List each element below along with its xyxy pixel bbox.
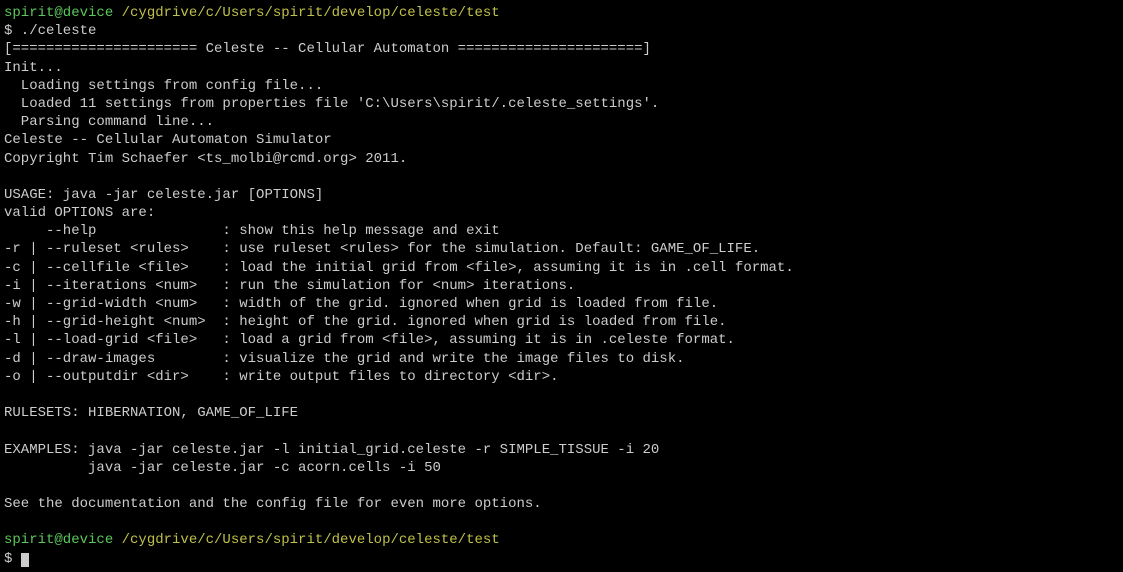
output-line: -d | --draw-images : visualize the grid … <box>4 350 1119 368</box>
output-line: -c | --cellfile <file> : load the initia… <box>4 259 1119 277</box>
cursor <box>21 553 29 567</box>
output-line <box>4 513 1119 531</box>
output-line: RULESETS: HIBERNATION, GAME_OF_LIFE <box>4 404 1119 422</box>
prompt-path: /cygdrive/c/Users/spirit/develop/celeste… <box>113 532 499 548</box>
prompt-path: /cygdrive/c/Users/spirit/develop/celeste… <box>113 5 499 21</box>
output-line: Loading settings from config file... <box>4 77 1119 95</box>
output-line: Parsing command line... <box>4 113 1119 131</box>
prompt-user: spirit@device <box>4 5 113 21</box>
output-line: Loaded 11 settings from properties file … <box>4 95 1119 113</box>
output-line: Init... <box>4 59 1119 77</box>
command-line-2[interactable]: $ <box>4 550 1119 568</box>
command-line-1: $ ./celeste <box>4 22 1119 40</box>
output-line: Copyright Tim Schaefer <ts_molbi@rcmd.or… <box>4 150 1119 168</box>
output-line <box>4 477 1119 495</box>
output-line: -l | --load-grid <file> : load a grid fr… <box>4 331 1119 349</box>
output-line: valid OPTIONS are: <box>4 204 1119 222</box>
output-line <box>4 422 1119 440</box>
output-line: USAGE: java -jar celeste.jar [OPTIONS] <box>4 186 1119 204</box>
prompt-char: $ <box>4 551 21 567</box>
terminal-output: [====================== Celeste -- Cellu… <box>4 40 1119 531</box>
output-line: java -jar celeste.jar -c acorn.cells -i … <box>4 459 1119 477</box>
prompt-user: spirit@device <box>4 532 113 548</box>
output-line: -o | --outputdir <dir> : write output fi… <box>4 368 1119 386</box>
output-line <box>4 386 1119 404</box>
terminal[interactable]: spirit@device /cygdrive/c/Users/spirit/d… <box>4 4 1119 568</box>
prompt-line-2: spirit@device /cygdrive/c/Users/spirit/d… <box>4 531 1119 549</box>
output-line: -i | --iterations <num> : run the simula… <box>4 277 1119 295</box>
prompt-line-1: spirit@device /cygdrive/c/Users/spirit/d… <box>4 4 1119 22</box>
output-line: --help : show this help message and exit <box>4 222 1119 240</box>
output-line: [====================== Celeste -- Cellu… <box>4 40 1119 58</box>
output-line: Celeste -- Cellular Automaton Simulator <box>4 131 1119 149</box>
output-line: EXAMPLES: java -jar celeste.jar -l initi… <box>4 441 1119 459</box>
output-line: -w | --grid-width <num> : width of the g… <box>4 295 1119 313</box>
output-line: -h | --grid-height <num> : height of the… <box>4 313 1119 331</box>
output-line: See the documentation and the config fil… <box>4 495 1119 513</box>
output-line: -r | --ruleset <rules> : use ruleset <ru… <box>4 240 1119 258</box>
output-line <box>4 168 1119 186</box>
